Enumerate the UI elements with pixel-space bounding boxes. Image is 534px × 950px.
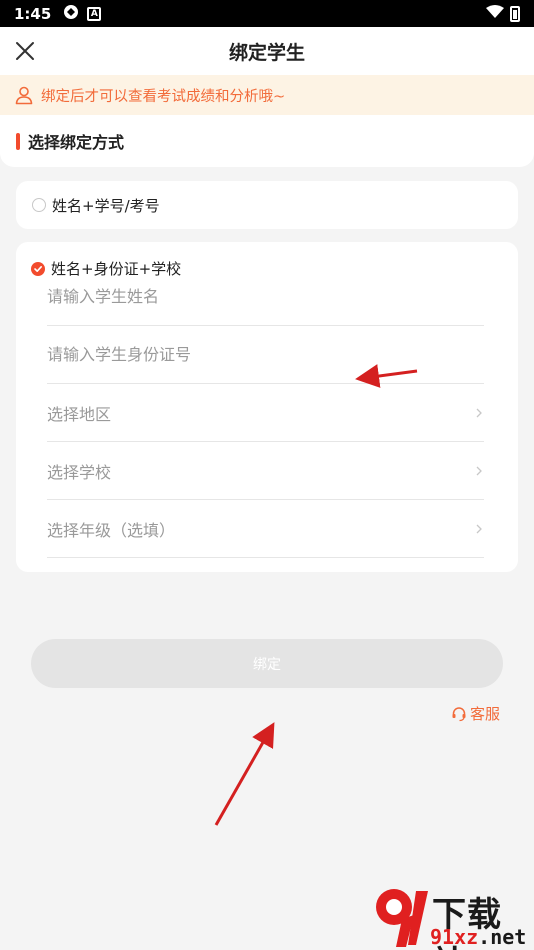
section-header: 选择绑定方式 <box>0 115 534 167</box>
status-bar: 1:45 A <box>0 0 534 27</box>
bind-option-id-card: 姓名+身份证+学校 选择地区 选择学校 选择年级（选填） <box>16 242 518 572</box>
region-select-label: 选择地区 <box>47 404 112 424</box>
region-select[interactable]: 选择地区 <box>47 384 484 442</box>
watermark: 下载站 91xz.net <box>372 885 534 950</box>
wifi-icon <box>486 4 504 23</box>
nav-bar: 绑定学生 <box>0 27 534 75</box>
notice-banner: 绑定后才可以查看考试成绩和分析哦~ <box>0 75 534 115</box>
headset-icon <box>452 706 466 721</box>
watermark-logo-icon <box>376 889 428 947</box>
chevron-right-icon <box>476 466 482 475</box>
section-accent-bar <box>16 132 20 150</box>
close-button[interactable] <box>8 33 42 69</box>
radio-checked-icon[interactable] <box>31 261 45 276</box>
section-title: 选择绑定方式 <box>28 133 125 152</box>
school-select-label: 选择学校 <box>47 462 112 482</box>
grade-select[interactable]: 选择年级（选填） <box>47 500 484 558</box>
sync-icon <box>63 4 79 24</box>
annotation-arrow-bind-button <box>214 722 275 826</box>
student-name-input[interactable] <box>47 287 484 306</box>
chevron-right-icon <box>476 524 482 533</box>
a-icon: A <box>87 6 102 21</box>
watermark-url-suffix: .net <box>478 925 527 949</box>
bind-button[interactable]: 绑定 <box>31 639 503 688</box>
chevron-right-icon <box>476 408 482 417</box>
school-select[interactable]: 选择学校 <box>47 442 484 500</box>
page-title: 绑定学生 <box>228 41 305 64</box>
status-time: 1:45 <box>14 4 52 23</box>
student-id-input[interactable] <box>47 345 484 364</box>
customer-service-label: 客服 <box>470 705 501 723</box>
watermark-url: 91xz.net <box>430 925 526 949</box>
battery-icon <box>510 5 520 22</box>
status-right <box>486 4 520 23</box>
student-name-field <box>47 268 484 326</box>
customer-service-link[interactable]: 客服 <box>451 703 500 724</box>
watermark-url-prefix: 91xz <box>430 925 479 949</box>
close-icon <box>16 42 34 60</box>
bind-option-student-number[interactable]: 姓名+学号/考号 <box>16 181 518 229</box>
radio-unchecked-icon[interactable] <box>32 198 46 212</box>
option-label: 姓名+学号/考号 <box>52 196 160 215</box>
student-id-field <box>47 326 484 384</box>
grade-select-label: 选择年级（选填） <box>47 520 176 540</box>
notice-text: 绑定后才可以查看考试成绩和分析哦~ <box>41 88 286 105</box>
user-icon <box>15 86 33 105</box>
